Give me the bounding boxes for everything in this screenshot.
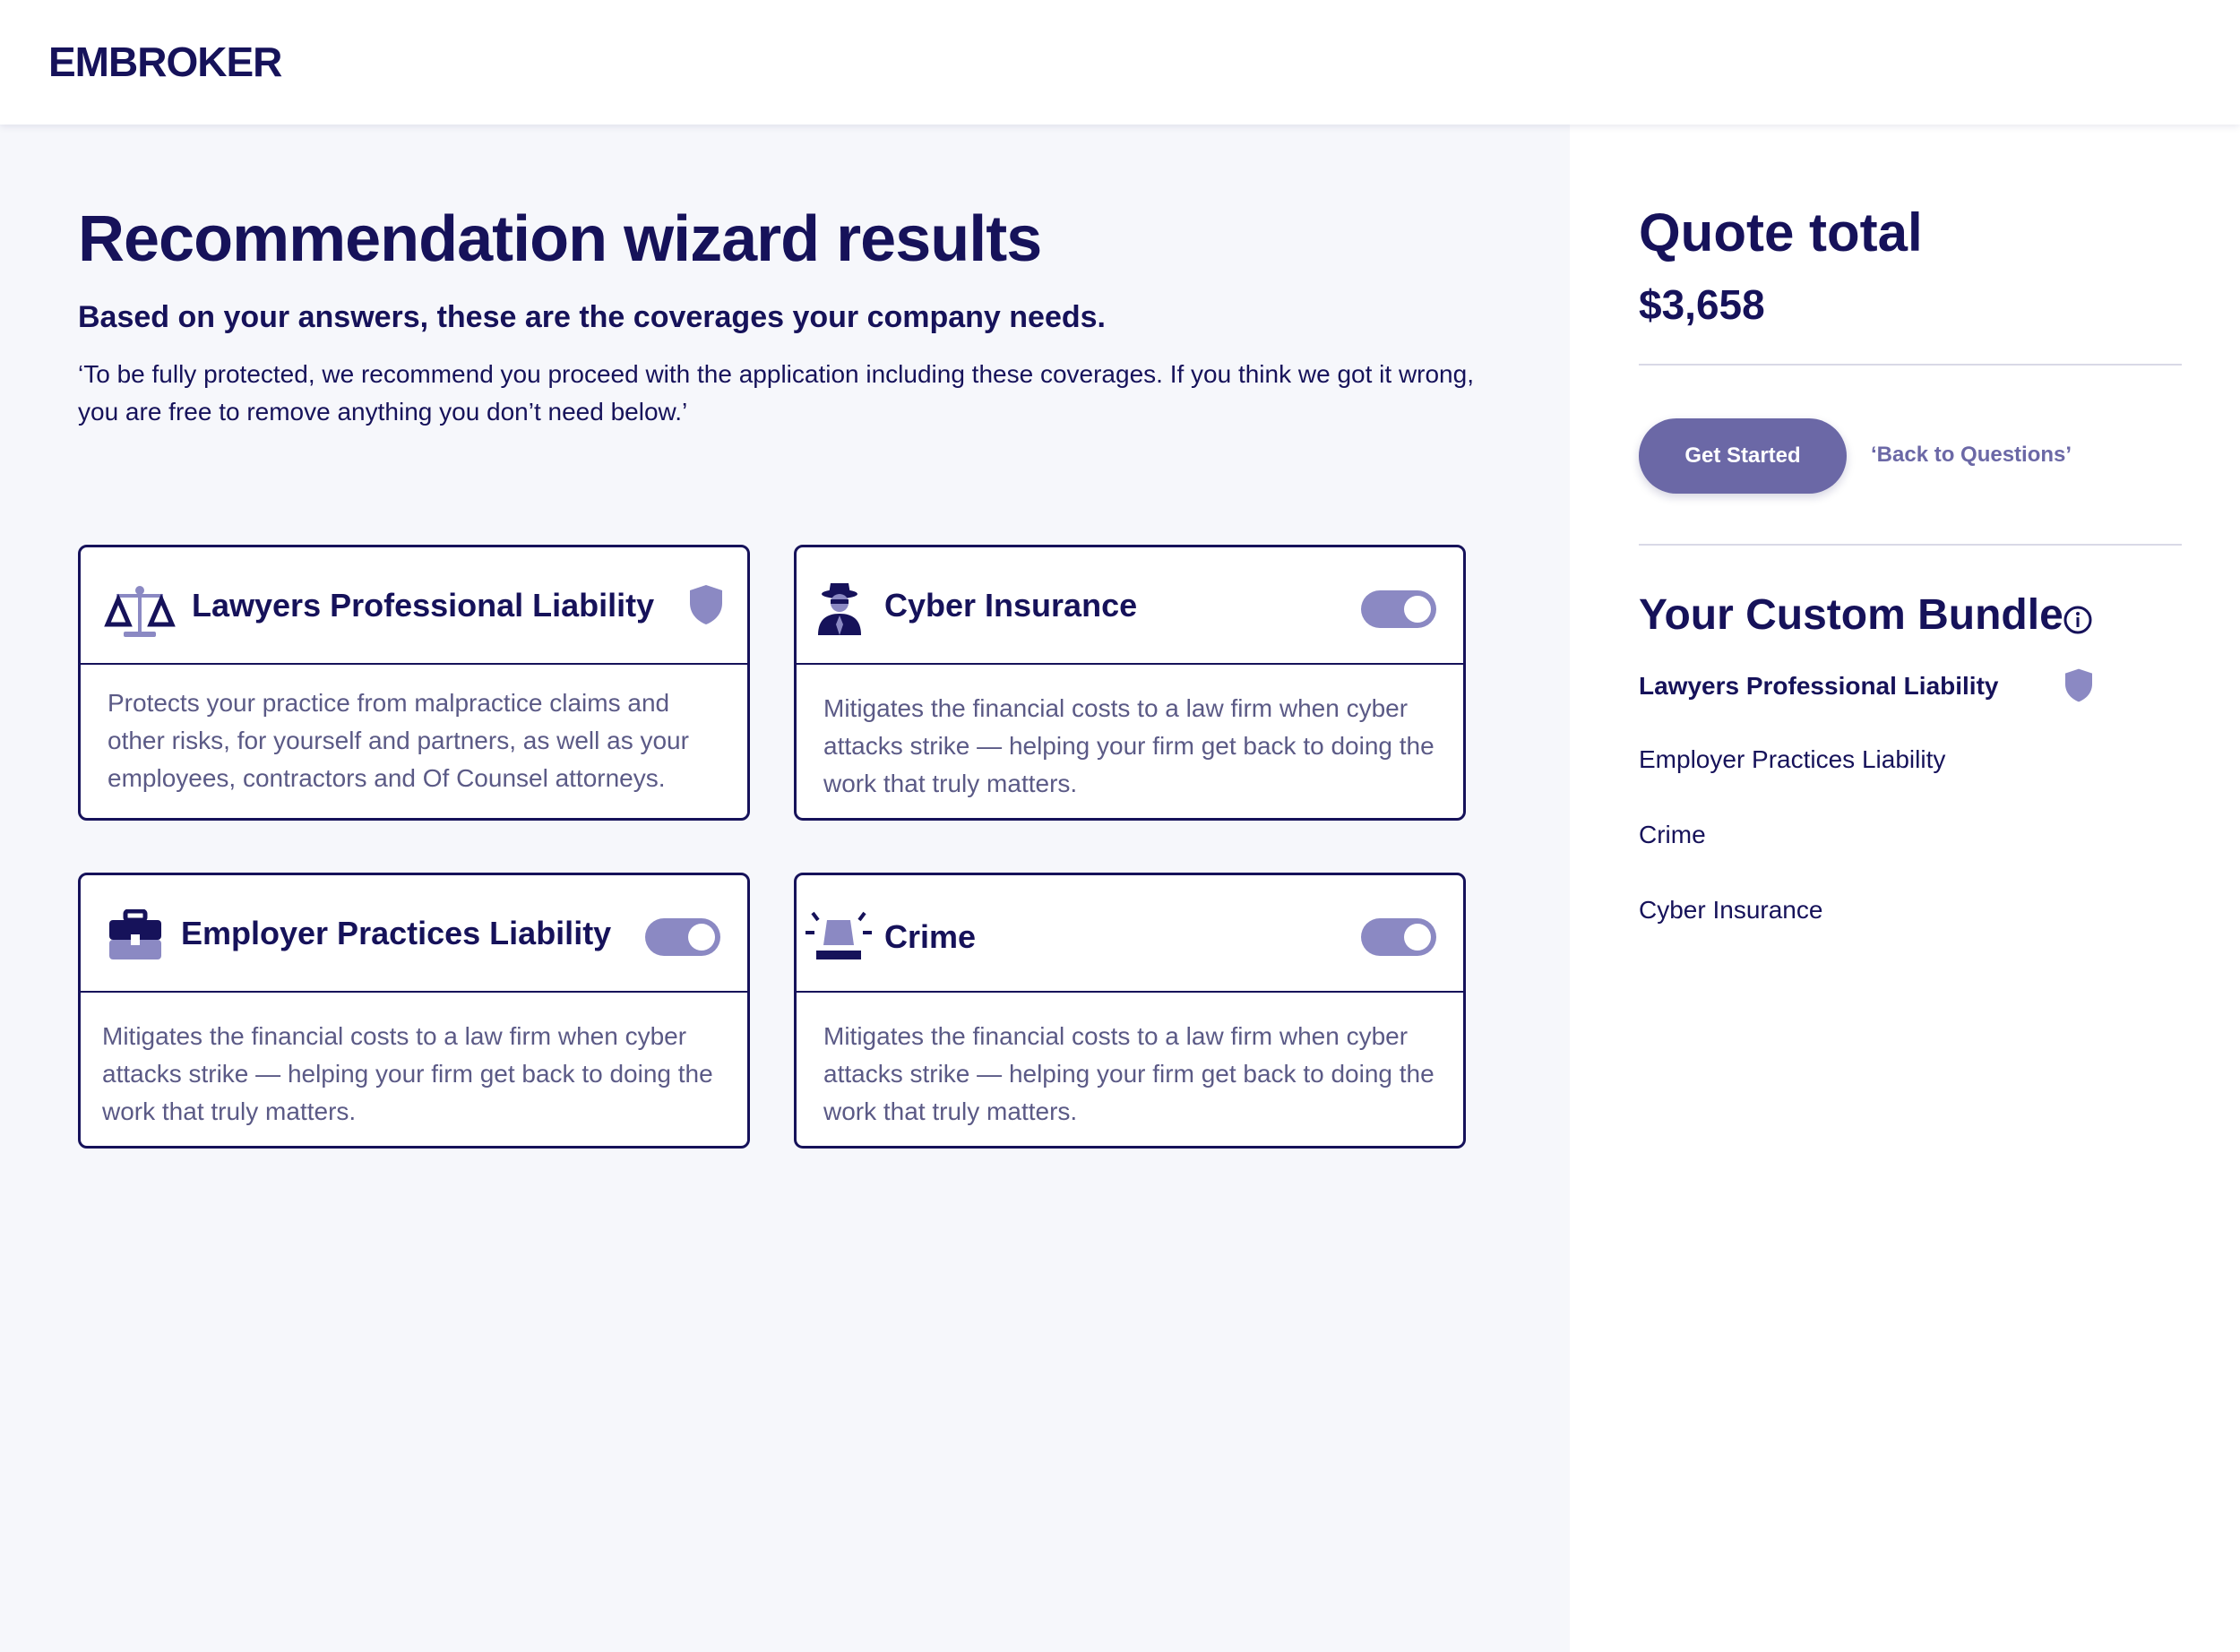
hacker-icon [818,583,861,635]
cyber-insurance-toggle[interactable] [1361,590,1436,628]
coverage-card-lawyers-professional-liability: Lawyers Professional Liability Protects … [78,545,750,821]
card-description: Mitigates the financial costs to a law f… [823,694,1434,797]
briefcase-icon [109,909,161,959]
bundle-item-crime: Crime [1639,821,1706,848]
card-description: Mitigates the financial costs to a law f… [102,1022,713,1125]
bundle-item-lawyers-professional-liability: Lawyers Professional Liability [1639,672,1999,700]
quote-sidebar: Quote total $3,658 Get Started ‘Back to … [1570,125,2240,1652]
card-header: Lawyers Professional Liability [81,547,747,665]
page-subtitle: Based on your answers, these are the cov… [78,300,1107,334]
embroker-logo[interactable]: EMBROKER [48,38,282,86]
card-header: Crime [797,875,1463,993]
bundle-item-employer-practices-liability: Employer Practices Liability [1639,745,1946,773]
page-title: Recommendation wizard results [78,203,1042,275]
crime-toggle[interactable] [1361,918,1436,956]
employer-practices-liability-toggle[interactable] [645,918,720,956]
shield-icon [690,585,722,624]
card-header: Employer Practices Liability [81,875,747,993]
back-to-questions-link[interactable]: ‘Back to Questions’ [1871,443,2072,468]
coverage-card-employer-practices-liability: Employer Practices Liability Mitigates t… [78,873,750,1149]
card-title: Crime [884,918,977,955]
divider [1639,364,2182,366]
top-bar: EMBROKER [0,0,2240,125]
get-started-button[interactable]: Get Started [1639,418,1847,494]
shield-icon [2065,668,2092,702]
toggle-knob [1404,924,1431,951]
coverage-card-cyber-insurance: Cyber Insurance Mitigates the financial … [794,545,1466,821]
info-icon[interactable] [2063,605,2093,635]
bundle-item-cyber-insurance: Cyber Insurance [1639,896,1823,924]
quote-title: Quote total [1639,202,1923,262]
card-description: Protects your practice from malpractice … [108,689,689,792]
siren-icon [806,911,872,959]
toggle-knob [1404,596,1431,623]
card-description: Mitigates the financial costs to a law f… [823,1022,1434,1125]
toggle-knob [688,924,715,951]
card-title: Cyber Insurance [884,587,1138,624]
main-content: Recommendation wizard results Based on y… [0,125,1570,1652]
card-header: Cyber Insurance [797,547,1463,665]
card-title: Employer Practices Liability [181,915,612,951]
card-title: Lawyers Professional Liability [192,587,655,624]
scales-icon [104,586,176,637]
bundle-title: Your Custom Bundle [1639,591,2063,639]
divider [1639,544,2182,546]
coverage-card-crime: Crime Mitigates the financial costs to a… [794,873,1466,1149]
quote-amount: $3,658 [1639,281,1765,328]
intro-text: ‘To be fully protected, we recommend you… [78,360,1474,426]
